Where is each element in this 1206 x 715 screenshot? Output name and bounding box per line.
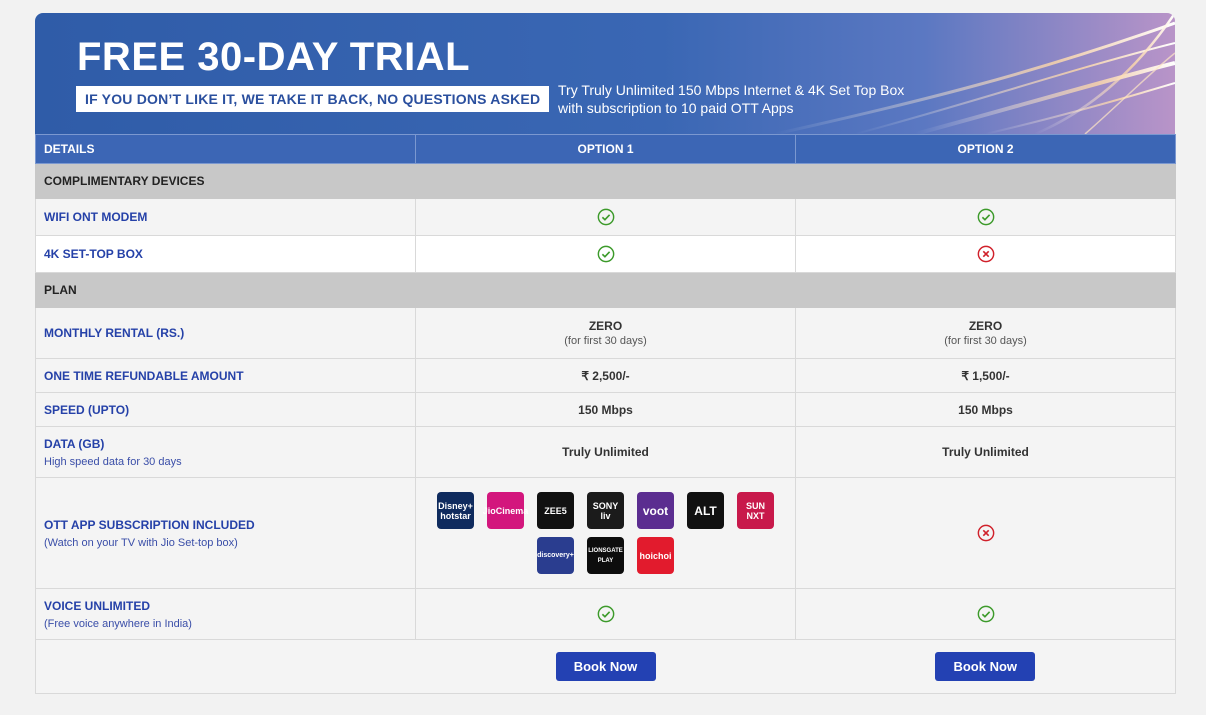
row-label-refund: ONE TIME REFUNDABLE AMOUNT xyxy=(35,358,416,393)
plan-comparison-table: DETAILS OPTION 1 OPTION 2 COMPLIMENTARY … xyxy=(35,134,1176,694)
book-option-2-cell: Book Now xyxy=(795,639,1176,694)
book-option-1-cell: Book Now xyxy=(415,639,796,694)
check-icon xyxy=(977,208,994,226)
table-row: ONE TIME REFUNDABLE AMOUNT ₹ 2,500/- ₹ 1… xyxy=(35,358,1176,393)
rental-option-1-value: ZERO xyxy=(588,319,623,333)
table-header-row: DETAILS OPTION 1 OPTION 2 xyxy=(35,134,1176,164)
row-label-voice: VOICE UNLIMITED (Free voice anywhere in … xyxy=(35,588,416,640)
cross-icon xyxy=(977,245,994,263)
hoichoi-logo-icon: hoichoi xyxy=(637,537,674,574)
data-label-sub: High speed data for 30 days xyxy=(44,455,182,468)
banner-description: Try Truly Unlimited 150 Mbps Internet & … xyxy=(558,81,904,117)
check-icon xyxy=(597,245,614,263)
sonyliv-logo-icon: SONY liv xyxy=(587,492,624,529)
table-row: MONTHLY RENTAL (RS.) ZERO (for first 30 … xyxy=(35,307,1176,359)
row-label-data: DATA (GB) High speed data for 30 days xyxy=(35,426,416,478)
altbalaji-logo-icon: ALT xyxy=(687,492,724,529)
ott-label-sub: (Watch on your TV with Jio Set-top box) xyxy=(44,536,238,549)
book-now-option-1-button[interactable]: Book Now xyxy=(555,652,656,681)
banner-desc-line-2: with subscription to 10 paid OTT Apps xyxy=(558,100,794,116)
refund-option-1-value: ₹ 2,500/- xyxy=(415,358,796,393)
rental-option-1-cell: ZERO (for first 30 days) xyxy=(415,307,796,359)
section-title-devices: COMPLIMENTARY DEVICES xyxy=(35,163,1176,199)
book-now-option-2-button[interactable]: Book Now xyxy=(935,652,1036,681)
header-option-2: OPTION 2 xyxy=(795,134,1176,164)
rental-option-2-value: ZERO xyxy=(968,319,1003,333)
data-option-1-value: Truly Unlimited xyxy=(415,426,796,478)
voice-label-title: VOICE UNLIMITED xyxy=(44,598,151,613)
table-row: OTT APP SUBSCRIPTION INCLUDED (Watch on … xyxy=(35,477,1176,589)
refund-option-2-value: ₹ 1,500/- xyxy=(795,358,1176,393)
check-icon xyxy=(597,208,614,226)
section-row-devices: COMPLIMENTARY DEVICES xyxy=(35,163,1176,199)
zee5-logo-icon: ZEE5 xyxy=(537,492,574,529)
rental-option-2-cell: ZERO (for first 30 days) xyxy=(795,307,1176,359)
header-option-1: OPTION 1 xyxy=(415,134,796,164)
section-title-plan: PLAN xyxy=(35,272,1176,308)
wifi-option-2-cell xyxy=(795,198,1176,236)
cross-icon xyxy=(977,524,994,542)
wifi-option-1-cell xyxy=(415,198,796,236)
table-row: DATA (GB) High speed data for 30 days Tr… xyxy=(35,426,1176,478)
check-icon xyxy=(597,605,614,623)
disney-hotstar-logo-icon: Disney+ hotstar xyxy=(437,492,474,529)
banner-tagline: IF YOU DON’T LIKE IT, WE TAKE IT BACK, N… xyxy=(76,86,550,112)
ott-label-title: OTT APP SUBSCRIPTION INCLUDED xyxy=(44,517,255,532)
discovery-plus-logo-icon: discovery+ xyxy=(537,537,574,574)
rental-option-2-note: (for first 30 days) xyxy=(944,335,1027,347)
banner-title: FREE 30-DAY TRIAL xyxy=(77,35,471,79)
ott-option-2-cell xyxy=(795,477,1176,589)
jiocinema-logo-icon: JioCinema xyxy=(483,492,528,529)
lionsgate-play-logo-icon: LIONSGATE PLAY xyxy=(587,537,624,574)
row-label-ott: OTT APP SUBSCRIPTION INCLUDED (Watch on … xyxy=(35,477,416,589)
sunnxt-logo-icon: SUN NXT xyxy=(737,492,774,529)
data-option-2-value: Truly Unlimited xyxy=(795,426,1176,478)
banner-desc-line-1: Try Truly Unlimited 150 Mbps Internet & … xyxy=(558,82,905,98)
voice-option-2-cell xyxy=(795,588,1176,640)
row-label-rental: MONTHLY RENTAL (RS.) xyxy=(35,307,416,359)
data-label-title: DATA (GB) xyxy=(44,436,105,451)
row-label-stb: 4K SET-TOP BOX xyxy=(35,235,416,273)
section-row-plan: PLAN xyxy=(35,272,1176,308)
voot-logo-icon: voot xyxy=(637,492,674,529)
check-icon xyxy=(977,605,994,623)
voice-option-1-cell xyxy=(415,588,796,640)
empty-cell xyxy=(35,639,416,694)
table-row: WIFI ONT MODEM xyxy=(35,198,1176,236)
header-details: DETAILS xyxy=(35,134,416,164)
table-row: VOICE UNLIMITED (Free voice anywhere in … xyxy=(35,588,1176,640)
speed-option-1-value: 150 Mbps xyxy=(415,392,796,427)
row-label-speed: SPEED (UPTO) xyxy=(35,392,416,427)
table-row: 4K SET-TOP BOX xyxy=(35,235,1176,273)
stb-option-1-cell xyxy=(415,235,796,273)
trial-banner: FREE 30-DAY TRIAL IF YOU DON’T LIKE IT, … xyxy=(35,13,1175,134)
stb-option-2-cell xyxy=(795,235,1176,273)
table-row: SPEED (UPTO) 150 Mbps 150 Mbps xyxy=(35,392,1176,427)
voice-label-sub: (Free voice anywhere in India) xyxy=(44,617,192,630)
button-row: Book Now Book Now xyxy=(35,639,1176,694)
speed-option-2-value: 150 Mbps xyxy=(795,392,1176,427)
ott-option-1-cell: Disney+ hotstar JioCinema ZEE5 SONY liv … xyxy=(415,477,796,589)
rental-option-1-note: (for first 30 days) xyxy=(564,335,647,347)
trial-card: FREE 30-DAY TRIAL IF YOU DON’T LIKE IT, … xyxy=(35,13,1176,694)
row-label-wifi: WIFI ONT MODEM xyxy=(35,198,416,236)
ott-app-grid: Disney+ hotstar JioCinema ZEE5 SONY liv … xyxy=(417,492,794,574)
